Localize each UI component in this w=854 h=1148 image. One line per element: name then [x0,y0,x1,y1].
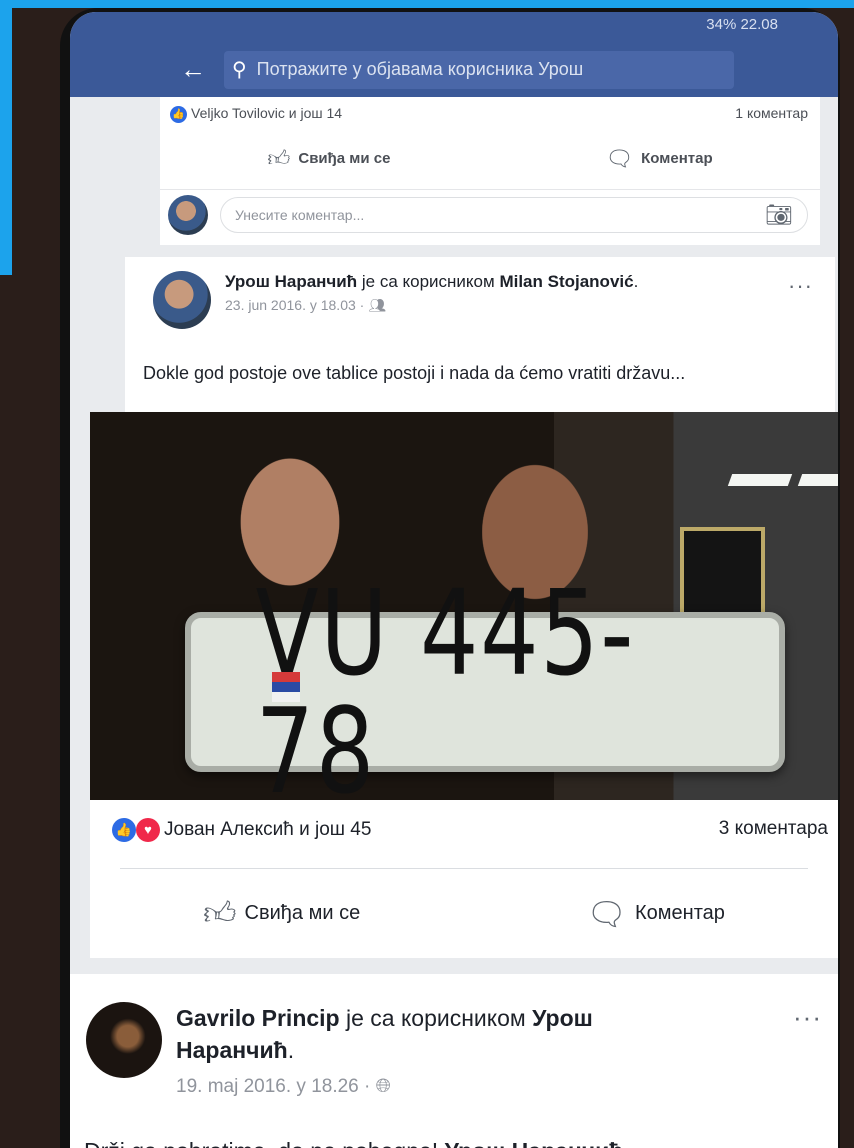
comment-icon: 🗨︎ [605,145,634,171]
with-text: је са корисником [346,1005,526,1031]
author-name[interactable]: Урош Наранчић [225,272,357,291]
comment-button[interactable]: 🗨︎ Коментар [586,894,725,933]
like-button[interactable]: 👍︎ Свиђа ми се [203,894,360,933]
like-button[interactable]: 👍︎ Свиђа ми се [267,145,390,172]
phone-screen: 34% 22.08 ← ⚲ 👍Veljko Tovilovic и још 14… [70,12,838,1148]
post-meta: Урош Наранчић је са корисником Milan Sto… [225,271,695,329]
like-icon: 👍 [112,818,136,842]
post-photo[interactable]: VU 445-78 [90,412,838,810]
like-label: Свиђа ми се [244,902,361,924]
blue-frame-side [0,0,12,275]
like-icon: 👍 [170,105,187,123]
comments-count[interactable]: 1 коментар [735,105,808,123]
back-arrow-icon[interactable]: ← [180,54,224,85]
ceiling-light [727,474,793,486]
globe-icon: 🌐︎ [375,1076,391,1097]
camera-icon[interactable]: 📷︎ [765,202,793,228]
post-date-line: 23. jun 2016. у 18.03 · 👥︎ [225,297,695,314]
reactions-row: 👍 Veljko Tovilovic и још 14 1 коментар [160,105,820,123]
comment-icon: 🗨︎ [586,895,628,932]
avatar [168,194,208,235]
comments-count[interactable]: 3 коментара [719,818,828,842]
tagged-name[interactable]: Milan Stojanović [499,272,633,291]
reactions-text: Јован Алексић и још 45 [164,819,372,841]
post-author-block: Gavrilo Princip је са корисником Урош На… [86,1002,716,1098]
serbian-flag-icon [272,672,300,702]
status-bar: 34% 22.08 [70,12,838,42]
comment-composer: 📷︎ [160,189,820,239]
like-label: Свиђа ми се [298,150,391,167]
post-date[interactable]: 23. jun 2016. у 18.03 · [225,297,364,313]
author-name[interactable]: Gavrilo Princip [176,1005,340,1031]
actions-row: 👍︎ Свиђа ми се 🗨︎ Коментар [90,894,838,933]
post-date-line: 19. maj 2016. у 18.26 · 🌐︎ [176,1076,716,1098]
ceiling-light [797,474,838,486]
post-text: Dokle god postoje ove tablice postoji i … [143,363,686,383]
with-text: је са корисником [361,272,495,291]
post-text-tag[interactable]: Урош Наранчић [445,1138,624,1148]
post-date[interactable]: 19. maj 2016. у 18.26 · [176,1076,370,1097]
previous-post-footer: 👍 Veljko Tovilovic и још 14 1 коментар 👍︎… [160,97,820,245]
post-card: Gavrilo Princip је са корисником Урош На… [70,974,838,1148]
friends-icon: 👥︎ [368,297,386,313]
reactions-row: 👍 ♥ Јован Алексић и још 45 3 коментара [90,818,838,842]
reactions-text: Veljko Tovilovic и још 14 [191,105,343,121]
post-author-block: Урош Наранчић је са корисником Milan Sto… [153,271,695,329]
thumbs-up-icon: 👍︎ [267,146,291,171]
post-meta: Gavrilo Princip је са корисником Урош На… [176,1002,716,1098]
post-header: Урош Наранчић је са корисником Milan Sto… [125,257,835,420]
thumbs-up-icon: 👍︎ [203,895,237,931]
author-line: Урош Наранчић је са корисником Milan Sto… [225,272,639,291]
reactions-summary[interactable]: 👍 ♥ Јован Алексић и још 45 [112,818,371,842]
search-input[interactable] [256,59,717,80]
comment-input-wrapper[interactable]: 📷︎ [220,196,808,233]
author-avatar[interactable] [86,1002,162,1078]
comment-button[interactable]: 🗨︎ Коментар [605,145,712,172]
search-icon: ⚲ [232,59,247,81]
blue-frame-top [0,0,854,8]
author-line: Gavrilo Princip је са корисником Урош На… [176,1005,593,1063]
reactions-summary[interactable]: 👍 Veljko Tovilovic и још 14 [170,105,342,123]
more-icon[interactable]: ··· [788,273,813,299]
divider [120,868,808,869]
post-text-start: Drži ga pobratime, da ne pobegne! [84,1138,438,1148]
status-text: 34% 22.08 [706,16,778,33]
comment-label: Коментар [641,150,713,167]
comment-label: Коментар [635,902,725,924]
more-icon[interactable]: ··· [793,1002,822,1033]
post-text: Drži ga pobratime, da ne pobegne! Урош Н… [84,1138,623,1148]
comment-input[interactable] [235,206,535,223]
search-field[interactable]: ⚲ [224,50,734,89]
actions-row: 👍︎ Свиђа ми се 🗨︎ Коментар [160,145,820,172]
heart-icon: ♥ [136,818,160,842]
search-bar: ← ⚲ [70,42,838,97]
license-plate-text: VU 445-78 [255,564,636,820]
post-footer: 👍 ♥ Јован Алексић и још 45 3 коментара 👍︎ … [90,800,838,958]
author-avatar[interactable] [153,271,211,329]
